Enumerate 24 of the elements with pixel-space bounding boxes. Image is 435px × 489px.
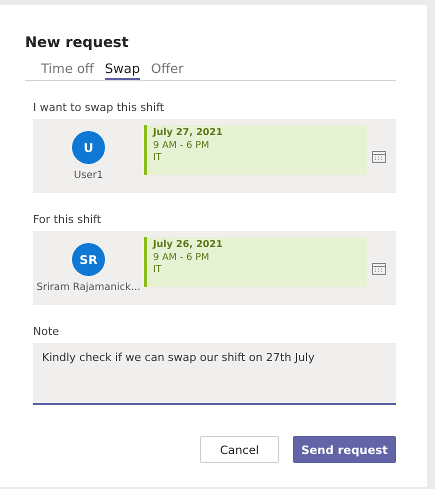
calendar-icon[interactable] xyxy=(372,150,386,162)
shift-time: 9 AM - 6 PM xyxy=(153,252,210,264)
calendar-icon[interactable] xyxy=(372,262,386,274)
cancel-button[interactable]: Cancel xyxy=(200,436,279,463)
avatar: SR xyxy=(72,243,105,276)
note-label: Note xyxy=(33,325,60,338)
section-label: For this shift xyxy=(33,213,102,226)
shift-group: IT xyxy=(153,152,361,164)
shift-group: IT xyxy=(153,264,361,276)
user-name: Sriram Rajamanick... xyxy=(36,282,140,293)
user-name: User1 xyxy=(74,170,104,181)
shift-time: 9 AM - 6 PM xyxy=(153,140,210,152)
shift-card[interactable]: July 26, 2021 9 AM - 6 PM IT xyxy=(144,237,367,287)
shift-date: July 27, 2021 xyxy=(153,127,224,140)
tab[interactable]: Time off xyxy=(41,62,94,80)
send-button[interactable]: Send request xyxy=(293,436,396,463)
avatar: U xyxy=(72,131,105,164)
section-label: I want to swap this shift xyxy=(33,101,166,114)
note-field[interactable]: Kindly check if we can swap our shift on 27th July xyxy=(33,343,396,405)
shift-card[interactable]: July 27, 2021 9 AM - 6 PM IT xyxy=(144,125,367,175)
tab[interactable]: Offer xyxy=(150,62,184,80)
dialog-title: New request xyxy=(25,35,130,51)
tab[interactable]: Swap xyxy=(104,62,140,80)
shift-date: July 26, 2021 xyxy=(153,239,224,252)
